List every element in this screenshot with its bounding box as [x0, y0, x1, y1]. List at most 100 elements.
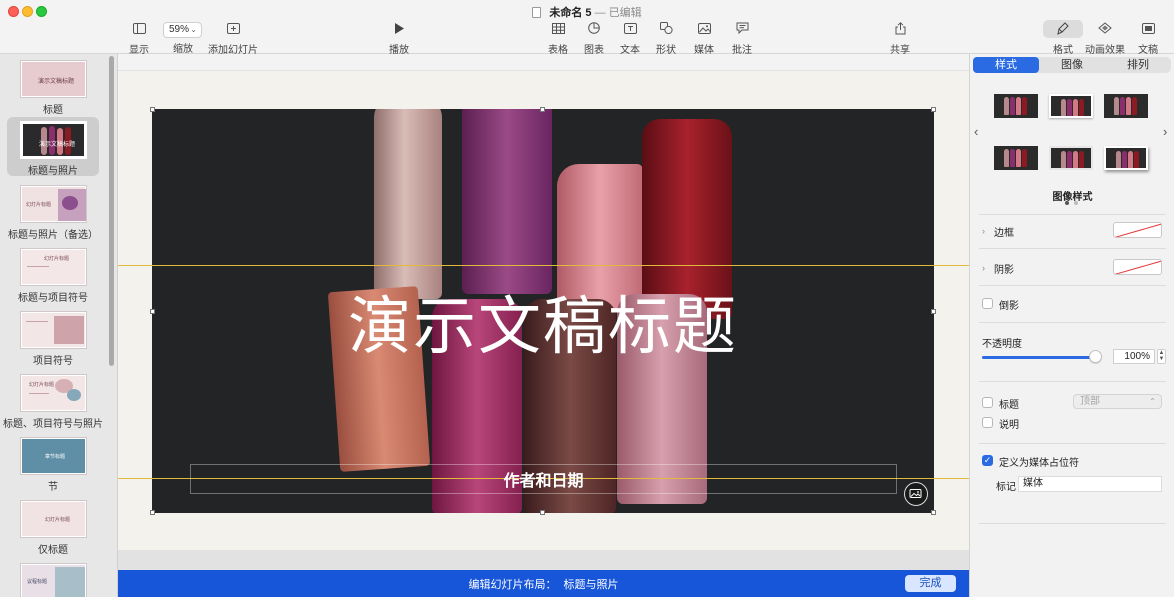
layout-item-title-bullets-photo[interactable]: 幻灯片标题 标题、项目符号与照片 [3, 370, 103, 430]
opacity-stepper[interactable]: ▲ ▼ [1157, 349, 1166, 364]
document-name: 未命名 5 [549, 7, 592, 19]
alignment-guide [118, 265, 969, 266]
disclosure-chevron-icon[interactable]: › [982, 226, 985, 236]
tag-field[interactable]: 媒体 [1018, 476, 1162, 492]
page-dot-active[interactable] [1065, 201, 1069, 205]
media-placeholder-icon[interactable] [904, 482, 928, 506]
chevron-left-icon[interactable]: ‹ [974, 124, 978, 139]
slide-title[interactable]: 演示文稿标题 [152, 276, 934, 367]
share-button[interactable]: 共享 [870, 22, 930, 56]
thumb-title: 幻灯片标题 [44, 256, 70, 262]
zoom-select[interactable]: 59% ⌄ [163, 22, 202, 38]
slide[interactable]: 演示文稿标题 作者和日期 [118, 71, 969, 550]
thumb-title: 幻灯片标题 [29, 382, 55, 388]
divider [979, 248, 1166, 249]
navigator-scrollbar[interactable] [109, 56, 114, 366]
layout-thumbnail: 幻灯片标题 [20, 500, 87, 538]
layout-item-title-photo[interactable]: 演示文稿标题 标题与照片 [7, 117, 99, 177]
layout-item-title-only[interactable]: 幻灯片标题 仅标题 [7, 496, 99, 556]
done-button[interactable]: 完成 [905, 575, 956, 592]
layout-label: 标题 [43, 105, 63, 116]
resize-handle[interactable] [150, 510, 155, 515]
resize-handle[interactable] [540, 107, 545, 112]
layout-thumbnail: 幻灯片标题 [20, 374, 87, 412]
divider [979, 443, 1166, 444]
layout-item-title-photo-alt[interactable]: 幻灯片标题 标题与照片（备选） [7, 181, 99, 241]
image-style-swatch[interactable] [994, 146, 1038, 170]
opacity-slider[interactable] [982, 356, 1096, 359]
divider [979, 322, 1166, 323]
layout-thumbnail: 议程标题 [20, 563, 87, 597]
layout-navigator: 演示文稿标题 标题 演示文稿标题 标题与照片 幻灯片标题 标题与照片（备选） 幻… [0, 54, 118, 597]
tab-style[interactable]: 样式 [973, 57, 1039, 73]
image-style-swatch[interactable] [1104, 146, 1148, 170]
layout-item-title[interactable]: 演示文稿标题 标题 [7, 56, 99, 116]
thumb-title: 演示文稿标题 [39, 142, 76, 148]
tab-image[interactable]: 图像 [1039, 57, 1105, 73]
layout-label: 项目符号 [33, 356, 73, 367]
resize-handle[interactable] [931, 510, 936, 515]
add-slide-icon [203, 22, 263, 38]
opacity-field[interactable]: 100% [1113, 349, 1155, 364]
window-title: 未命名 5 — 已编辑 [0, 4, 1174, 20]
resize-handle[interactable] [931, 107, 936, 112]
tag-label: 标记 [996, 482, 1016, 493]
layout-item-agenda[interactable]: 议程标题 [7, 559, 99, 597]
tab-arrange[interactable]: 排列 [1105, 57, 1171, 73]
divider [979, 285, 1166, 286]
disclosure-chevron-icon[interactable]: › [982, 263, 985, 273]
thumb-title: 议程标题 [27, 579, 48, 585]
shadow-color-well[interactable] [1113, 259, 1162, 275]
reflection-checkbox[interactable] [982, 298, 993, 309]
page-dot[interactable] [1074, 201, 1078, 205]
inspector-tabs: 样式 图像 排列 [973, 57, 1171, 73]
edit-layout-name: 标题与照片 [563, 579, 619, 591]
add-slide-button[interactable]: 添加幻灯片 [203, 22, 263, 56]
layout-thumbnail: 章节标题 [20, 437, 87, 475]
comment-button[interactable]: 批注 [712, 22, 772, 56]
layout-thumbnail [20, 311, 87, 349]
media-placeholder-checkbox[interactable]: ✓ [982, 455, 993, 466]
caption-checkbox[interactable] [982, 417, 993, 428]
border-color-well[interactable] [1113, 222, 1162, 238]
resize-handle[interactable] [540, 510, 545, 515]
caption-label: 说明 [999, 420, 1019, 431]
opacity-slider-knob[interactable] [1089, 350, 1102, 363]
edit-layout-label: 编辑幻灯片布局： [468, 579, 557, 591]
document-button[interactable]: 文稿 [1118, 22, 1174, 56]
document-icon [532, 7, 542, 18]
thumb-title: 章节标题 [45, 454, 66, 460]
divider [979, 523, 1166, 524]
layout-thumbnail: 幻灯片标题 [20, 248, 87, 286]
play-icon [369, 22, 429, 38]
divider [979, 381, 1166, 382]
layout-label: 仅标题 [38, 545, 68, 556]
shadow-label: 阴影 [994, 265, 1014, 276]
thumb-title: 幻灯片标题 [26, 202, 52, 208]
thumb-title: 演示文稿标题 [38, 79, 75, 85]
chevron-down-icon: ⌄ [190, 25, 197, 34]
chevron-updown-icon: ⌃ [1149, 397, 1156, 406]
reflection-label: 倒影 [999, 301, 1019, 312]
image-style-swatch[interactable] [1104, 94, 1148, 118]
slide-subtitle[interactable]: 作者和日期 [190, 467, 897, 491]
zoom-value: 59% [169, 24, 190, 35]
share-icon [870, 22, 930, 38]
image-style-swatch[interactable] [994, 94, 1038, 118]
resize-handle[interactable] [150, 107, 155, 112]
layout-label: 标题与照片 [28, 166, 78, 177]
format-inspector: 样式 图像 排列 ‹ › 图像样式 › 边框 › 阴影 倒影 不透明度 100%… [969, 54, 1174, 597]
title-position-value: 顶部 [1080, 396, 1100, 407]
title-checkbox[interactable] [982, 397, 993, 408]
title-position-select[interactable]: 顶部 ⌃ [1073, 394, 1162, 409]
chevron-right-icon[interactable]: › [1163, 124, 1167, 139]
layout-item-bullets[interactable]: 项目符号 [7, 307, 99, 367]
image-style-swatch[interactable] [1049, 94, 1093, 118]
play-button[interactable]: 播放 [369, 22, 429, 56]
sidebar-icon [109, 22, 169, 38]
opacity-slider-fill [982, 356, 1096, 359]
layout-item-title-bullets[interactable]: 幻灯片标题 标题与项目符号 [7, 244, 99, 304]
layout-label: 节 [48, 482, 58, 493]
layout-item-section[interactable]: 章节标题 节 [7, 433, 99, 493]
image-style-swatch[interactable] [1049, 146, 1093, 170]
